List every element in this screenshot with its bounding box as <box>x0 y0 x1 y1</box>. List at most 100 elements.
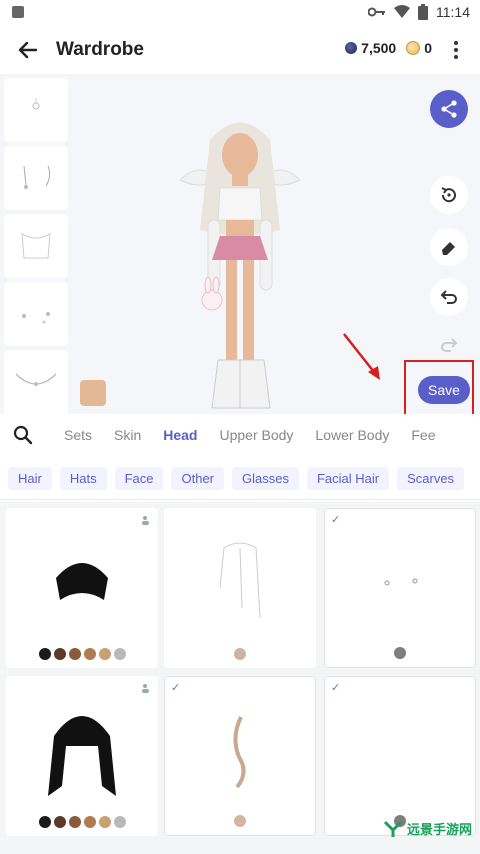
annotation-arrow-icon <box>343 333 380 380</box>
save-button[interactable]: Save <box>418 376 470 404</box>
earring-icon <box>32 98 40 110</box>
more-dot-icon <box>454 48 458 52</box>
watermark-text: 远景手游网 <box>406 822 472 837</box>
chip-other[interactable]: Other <box>171 467 224 490</box>
color-dot[interactable] <box>83 648 96 660</box>
back-button[interactable] <box>14 36 42 64</box>
tab-skin[interactable]: Skin <box>114 427 141 443</box>
redo-icon <box>441 338 458 352</box>
color-options <box>6 816 158 828</box>
undo-button[interactable] <box>430 278 468 316</box>
color-dot[interactable] <box>113 648 126 660</box>
necklace-icon <box>15 373 57 386</box>
chip-face[interactable]: Face <box>114 467 164 490</box>
watermark: 远景手游网 <box>383 819 472 838</box>
status-icons: 11:14 <box>368 4 470 20</box>
tab-upper-body[interactable]: Upper Body <box>219 427 293 443</box>
face-dots-icon <box>384 578 418 586</box>
white-long-hair-icon <box>219 542 261 619</box>
eraser-button[interactable] <box>430 228 468 266</box>
color-dot[interactable] <box>234 648 246 660</box>
jewelry-icon <box>23 165 51 189</box>
color-dot[interactable] <box>38 816 51 828</box>
category-tabs: Sets Skin Head Upper Body Lower Body Fee <box>0 414 480 456</box>
color-dot[interactable] <box>394 647 406 659</box>
color-dot[interactable] <box>53 816 66 828</box>
currency-display: 7,500 0 <box>345 40 432 56</box>
status-bar: 11:14 <box>0 0 480 26</box>
color-options <box>165 815 315 827</box>
subcategory-list: Hair Hats Face Other Glasses Facial Hair… <box>8 467 465 490</box>
gem-balance[interactable]: 7,500 <box>345 40 396 56</box>
subcategory-tabs: Hair Hats Face Other Glasses Facial Hair… <box>0 456 480 500</box>
color-dot[interactable] <box>68 816 81 828</box>
item-card[interactable] <box>6 508 158 668</box>
item-card[interactable]: ✓ <box>324 676 476 836</box>
item-card[interactable] <box>164 508 316 668</box>
avatar-preview: Save <box>0 74 480 418</box>
more-dot-icon <box>454 55 458 59</box>
key-icon <box>368 7 385 17</box>
share-button[interactable] <box>430 90 468 128</box>
item-card[interactable] <box>6 676 158 836</box>
sparkle-icon <box>22 312 50 324</box>
rotate-button[interactable] <box>430 176 468 214</box>
search-icon <box>13 425 33 445</box>
chip-hats[interactable]: Hats <box>59 467 107 490</box>
black-long-hair-icon <box>48 716 116 796</box>
share-icon <box>441 100 457 118</box>
page-title: Wardrobe <box>56 39 144 60</box>
tab-lower-body[interactable]: Lower Body <box>315 427 389 443</box>
chip-facial-hair[interactable]: Facial Hair <box>306 467 390 490</box>
status-time: 11:14 <box>436 4 470 20</box>
color-dot[interactable] <box>98 816 111 828</box>
color-dot[interactable] <box>68 648 81 660</box>
black-short-hair-icon <box>56 563 108 600</box>
equipped-items-list <box>4 78 70 418</box>
chip-scarves[interactable]: Scarves <box>397 467 465 490</box>
search-button[interactable] <box>12 424 34 446</box>
watermark-logo-icon <box>383 820 403 837</box>
item-card[interactable]: ✓ <box>324 508 476 668</box>
category-list: Sets Skin Head Upper Body Lower Body Fee <box>64 427 457 443</box>
tab-head[interactable]: Head <box>163 427 197 443</box>
item-card[interactable]: ✓ <box>164 676 316 836</box>
equipped-thumb[interactable] <box>4 214 68 278</box>
rotate-icon <box>441 187 456 203</box>
more-options-button[interactable] <box>444 38 468 62</box>
undo-icon <box>440 290 457 304</box>
tab-sets[interactable]: Sets <box>64 427 92 443</box>
hair-strand-icon <box>233 716 246 789</box>
save-highlight-box: Save <box>404 360 474 418</box>
gem-count: 7,500 <box>361 40 397 56</box>
color-dot[interactable] <box>113 816 126 828</box>
color-options <box>164 648 316 660</box>
chip-glasses[interactable]: Glasses <box>232 467 299 490</box>
coin-icon <box>406 41 421 55</box>
checkmark-icon: ✓ <box>331 682 341 694</box>
battery-icon <box>418 4 428 20</box>
more-dot-icon <box>454 41 458 45</box>
equipped-thumb[interactable] <box>4 350 68 414</box>
equipped-thumb[interactable] <box>4 282 68 346</box>
app-bar: Wardrobe 7,500 0 <box>0 26 480 74</box>
color-options <box>325 647 475 659</box>
coin-balance[interactable]: 0 <box>406 40 432 56</box>
color-dot[interactable] <box>53 648 66 660</box>
top-icon <box>21 233 51 259</box>
wifi-icon <box>394 5 410 18</box>
redo-button[interactable] <box>430 326 468 364</box>
tab-feet[interactable]: Fee <box>411 427 435 443</box>
color-dot[interactable] <box>98 648 111 660</box>
equipped-thumb[interactable] <box>4 146 68 210</box>
color-dot[interactable] <box>83 816 96 828</box>
chip-hair[interactable]: Hair <box>8 467 52 490</box>
eraser-icon <box>442 242 455 255</box>
color-dot[interactable] <box>234 815 246 827</box>
app-notification-icon <box>12 6 24 18</box>
skin-color-swatch[interactable] <box>80 380 106 406</box>
equipped-thumb[interactable] <box>4 78 68 142</box>
arrow-left-icon <box>18 41 38 59</box>
gem-icon <box>345 42 358 54</box>
color-dot[interactable] <box>38 648 51 660</box>
